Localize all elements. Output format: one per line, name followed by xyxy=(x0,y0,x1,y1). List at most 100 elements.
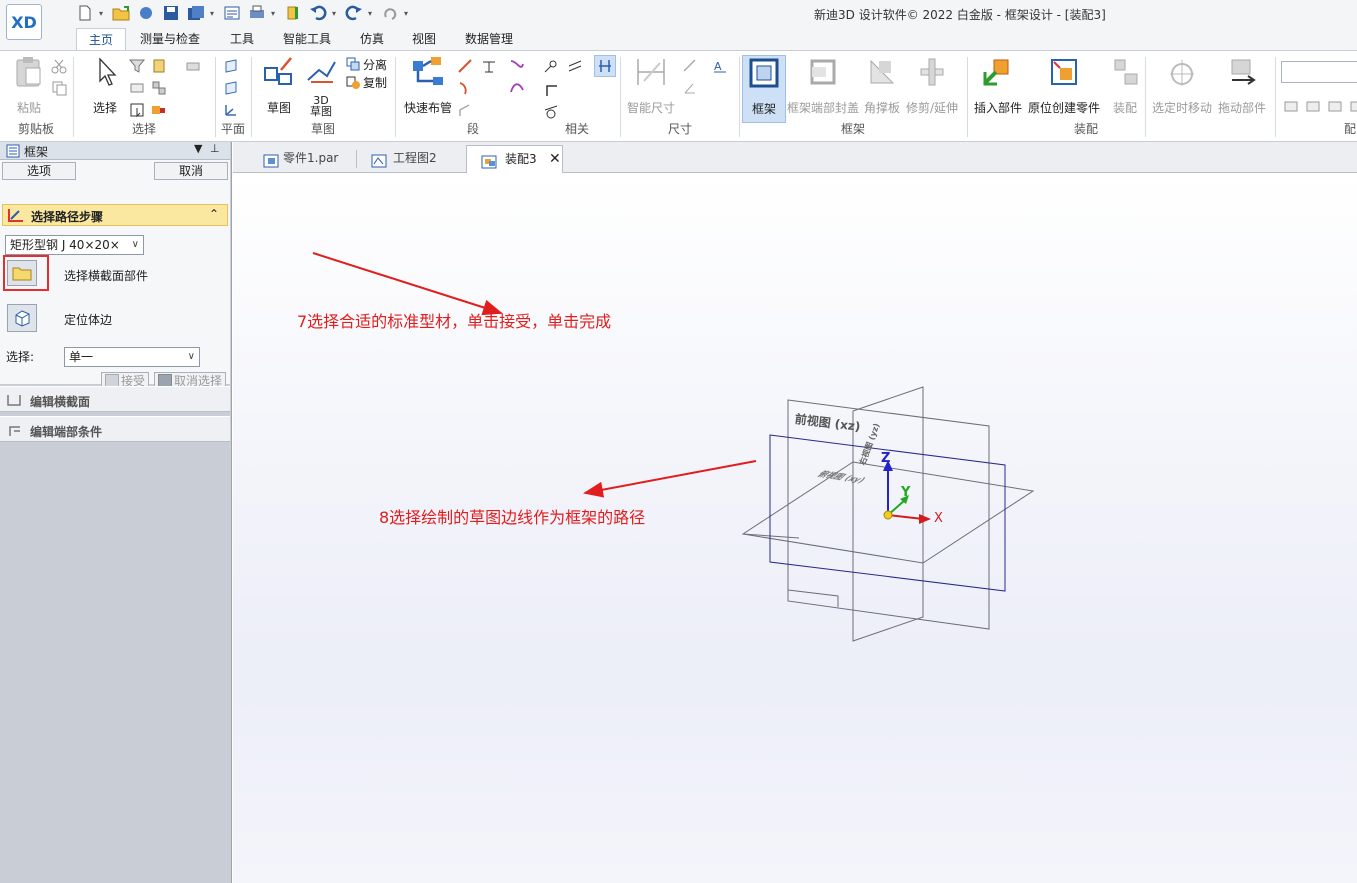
tangent-icon[interactable] xyxy=(542,103,560,121)
curve-icon[interactable] xyxy=(508,57,526,75)
select-box-icon[interactable] xyxy=(128,79,146,97)
edit-cross-section-section[interactable]: 编辑横截面 xyxy=(0,386,230,412)
tab-simulation[interactable]: 仿真 xyxy=(354,28,390,50)
select-mode-dropdown[interactable]: 单一 ∨ xyxy=(64,347,200,367)
separate-label[interactable]: 分离 xyxy=(363,56,387,73)
distance-icon[interactable] xyxy=(681,57,699,75)
plane-offset-icon[interactable] xyxy=(222,79,240,97)
chevron-down-icon[interactable]: ▾ xyxy=(271,9,279,18)
profile-dropdown[interactable]: 矩形型钢 J 40×20× ∨ xyxy=(5,235,144,255)
drag-part-button[interactable]: 拖动部件 xyxy=(1218,55,1266,116)
tab-view[interactable]: 视图 xyxy=(406,28,442,50)
select-part-icon[interactable] xyxy=(150,57,168,75)
copy-sketch-label[interactable]: 复制 xyxy=(363,74,387,91)
config-icon-4[interactable] xyxy=(1348,97,1357,115)
select-cross-section-button[interactable] xyxy=(7,260,37,286)
text-dim-icon[interactable]: A xyxy=(711,57,729,75)
options-button[interactable]: 选项 xyxy=(2,162,76,180)
connect-icon[interactable] xyxy=(542,57,560,75)
undo-icon[interactable] xyxy=(307,3,329,23)
redo-icon[interactable] xyxy=(343,3,365,23)
close-tab-icon[interactable]: ✕ xyxy=(549,146,561,172)
quick-pipe-button[interactable]: 快速布管 xyxy=(404,55,452,116)
save-icon[interactable] xyxy=(160,3,182,23)
move-selected-button[interactable]: 选定时移动 xyxy=(1152,55,1212,116)
gusset-button[interactable]: 角撑板 xyxy=(864,55,900,116)
mail-icon[interactable] xyxy=(135,3,157,23)
doc-tab-part[interactable]: 零件1.par xyxy=(245,145,355,173)
frame-end-cap-button[interactable]: 框架端部封盖 xyxy=(787,55,859,116)
line-icon[interactable] xyxy=(456,57,474,75)
select-button[interactable]: 选择 xyxy=(88,55,122,116)
pin-icon[interactable]: ⊥ xyxy=(210,142,220,155)
chevron-down-icon[interactable]: ▾ xyxy=(368,9,376,18)
config-input[interactable] xyxy=(1281,61,1357,83)
sketch-3d-button[interactable]: 3D 草图 xyxy=(304,55,338,117)
select-color-icon[interactable] xyxy=(150,101,168,119)
assemble-button[interactable]: 装配 xyxy=(1108,55,1142,116)
locate-edge-button[interactable] xyxy=(7,304,37,332)
customize-qat-icon[interactable]: ▾ xyxy=(404,9,412,18)
perpendicular-icon[interactable] xyxy=(542,81,560,99)
tab-data-management[interactable]: 数据管理 xyxy=(459,28,519,50)
library-icon[interactable] xyxy=(282,3,304,23)
config-icon-1[interactable] xyxy=(1282,97,1300,115)
trim-icon xyxy=(915,55,949,89)
select-highlight-icon[interactable] xyxy=(128,101,146,119)
app-logo[interactable]: XD xyxy=(6,4,42,40)
3d-viewport[interactable]: 前视图 (xz) 右视图 (yz) 俯视图 (xy) Z Y X 7选择合适的标… xyxy=(233,173,1357,883)
pipe-layout-icon xyxy=(411,55,445,89)
tab-smart-tools[interactable]: 智能工具 xyxy=(277,28,337,50)
frame-button[interactable]: 框架 xyxy=(742,55,786,123)
separate-icon[interactable] xyxy=(344,55,362,73)
chevron-down-icon[interactable]: ▾ xyxy=(210,9,218,18)
paste-button[interactable]: 粘贴 xyxy=(12,55,46,116)
filter-icon[interactable] xyxy=(128,57,146,75)
quick-access-toolbar: ▾ ▾ ▾ ▾ ▾ ▾ xyxy=(74,3,412,23)
cancel-button[interactable]: 取消 xyxy=(154,162,228,180)
smart-dimension-button[interactable]: 智能尺寸 xyxy=(627,55,675,116)
cube-edge-icon xyxy=(15,310,30,327)
plane-icon[interactable] xyxy=(222,57,240,75)
fix-constraint-icon[interactable] xyxy=(594,55,616,77)
save-all-icon[interactable] xyxy=(185,3,207,23)
create-in-place-button[interactable]: 原位创建零件 xyxy=(1028,55,1100,116)
select-path-step-bar[interactable]: 选择路径步骤 ⌃ xyxy=(2,204,228,226)
edit-end-conditions-section[interactable]: 编辑端部条件 xyxy=(0,416,230,442)
arc-icon[interactable] xyxy=(456,79,474,97)
select-group-label: 选择 xyxy=(131,122,156,136)
frame-group: 框架 框架端部封盖 角撑板 修剪/延伸 框架 xyxy=(740,51,966,141)
corner-icon[interactable] xyxy=(456,101,474,119)
trim-extend-button[interactable]: 修剪/延伸 xyxy=(906,55,958,116)
doc-tab-assembly[interactable]: 装配3 ✕ xyxy=(466,145,563,173)
config-icon-2[interactable] xyxy=(1304,97,1322,115)
related-group: 相关 xyxy=(534,51,620,141)
dimension-group-label: 尺寸 xyxy=(667,122,692,136)
spline-icon[interactable] xyxy=(508,79,526,97)
select-tools-icon[interactable] xyxy=(150,79,168,97)
dimension-line-icon[interactable] xyxy=(480,57,498,75)
config-icon-3[interactable] xyxy=(1326,97,1344,115)
coordinate-system-icon[interactable] xyxy=(222,101,240,119)
angle-dim-icon[interactable] xyxy=(681,79,699,97)
copy-sketch-icon[interactable] xyxy=(344,73,362,91)
tab-measure[interactable]: 测量与检查 xyxy=(134,28,206,50)
chevron-down-icon[interactable]: ▾ xyxy=(99,9,107,18)
parallel-icon[interactable] xyxy=(566,57,584,75)
print-icon[interactable] xyxy=(246,3,268,23)
new-icon[interactable] xyxy=(74,3,96,23)
panel-menu-icon[interactable]: ▼ xyxy=(194,142,202,155)
open-icon[interactable] xyxy=(110,3,132,23)
collapse-icon[interactable]: ⌃ xyxy=(209,207,219,221)
chevron-down-icon[interactable]: ▾ xyxy=(332,9,340,18)
insert-part-button[interactable]: 插入部件 xyxy=(974,55,1022,116)
repeat-icon[interactable] xyxy=(379,3,401,23)
properties-icon[interactable] xyxy=(221,3,243,23)
select-eraser-icon[interactable] xyxy=(184,57,202,75)
copy-icon[interactable] xyxy=(50,79,68,97)
doc-tab-drawing[interactable]: 工程图2 xyxy=(355,145,465,173)
tab-home[interactable]: 主页 xyxy=(76,28,126,50)
sketch-button[interactable]: 草图 xyxy=(262,55,296,116)
tab-tools[interactable]: 工具 xyxy=(224,28,260,50)
cut-icon[interactable] xyxy=(50,57,68,75)
